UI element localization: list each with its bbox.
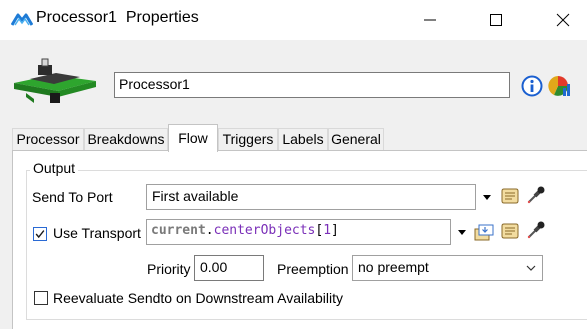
priority-input[interactable]: 0.00 — [194, 255, 264, 281]
processor-model-icon — [14, 58, 96, 103]
code-member: centerObjects — [213, 223, 316, 238]
preemption-label: Preemption — [277, 261, 349, 277]
reevaluate-label[interactable]: Reevaluate Sendto on Downstream Availabi… — [53, 290, 343, 306]
code-dot: . — [205, 223, 214, 238]
tab-breakdowns[interactable]: Breakdowns — [84, 128, 168, 150]
minimize-icon — [424, 19, 436, 21]
window-title: Processor1 Properties — [36, 9, 199, 26]
dropdown-arrow-icon[interactable] — [457, 229, 467, 237]
close-icon — [556, 13, 570, 27]
transport-code-field[interactable]: current.centerObjects[1] — [146, 219, 451, 245]
template-icon[interactable] — [473, 222, 495, 242]
minimize-button[interactable] — [407, 0, 453, 40]
preemption-select[interactable]: no preempt — [352, 255, 543, 281]
send-to-port-field[interactable]: First available — [146, 184, 476, 210]
output-group-label: Output — [30, 160, 79, 176]
tab-triggers[interactable]: Triggers — [218, 128, 278, 150]
object-name-input[interactable]: Processor1 — [114, 72, 510, 98]
code-keyword: current — [151, 223, 206, 238]
tab-labels[interactable]: Labels — [278, 128, 328, 150]
eyedropper-icon[interactable] — [526, 220, 546, 240]
code-index: 1 — [323, 223, 332, 238]
script-edit-icon[interactable] — [500, 221, 520, 241]
script-edit-icon[interactable] — [500, 186, 520, 206]
tab-flow[interactable]: Flow — [168, 124, 218, 152]
send-to-port-label: Send To Port — [32, 189, 113, 205]
chevron-down-icon[interactable] — [526, 265, 536, 271]
info-icon[interactable] — [521, 75, 543, 97]
maximize-icon — [490, 14, 502, 26]
code-close-bracket: ] — [331, 223, 339, 238]
flexsim-icon — [11, 13, 33, 26]
dropdown-arrow-icon[interactable] — [482, 194, 492, 202]
eyedropper-icon[interactable] — [526, 185, 546, 205]
statistics-icon[interactable] — [548, 73, 572, 97]
use-transport-label[interactable]: Use Transport — [53, 225, 141, 241]
priority-label: Priority — [147, 261, 191, 277]
maximize-button[interactable] — [473, 0, 519, 40]
reevaluate-checkbox[interactable] — [34, 291, 48, 305]
use-transport-checkbox[interactable] — [33, 227, 47, 241]
tab-processor[interactable]: Processor — [12, 128, 84, 150]
close-button[interactable] — [540, 0, 586, 40]
tab-general[interactable]: General — [328, 128, 384, 150]
